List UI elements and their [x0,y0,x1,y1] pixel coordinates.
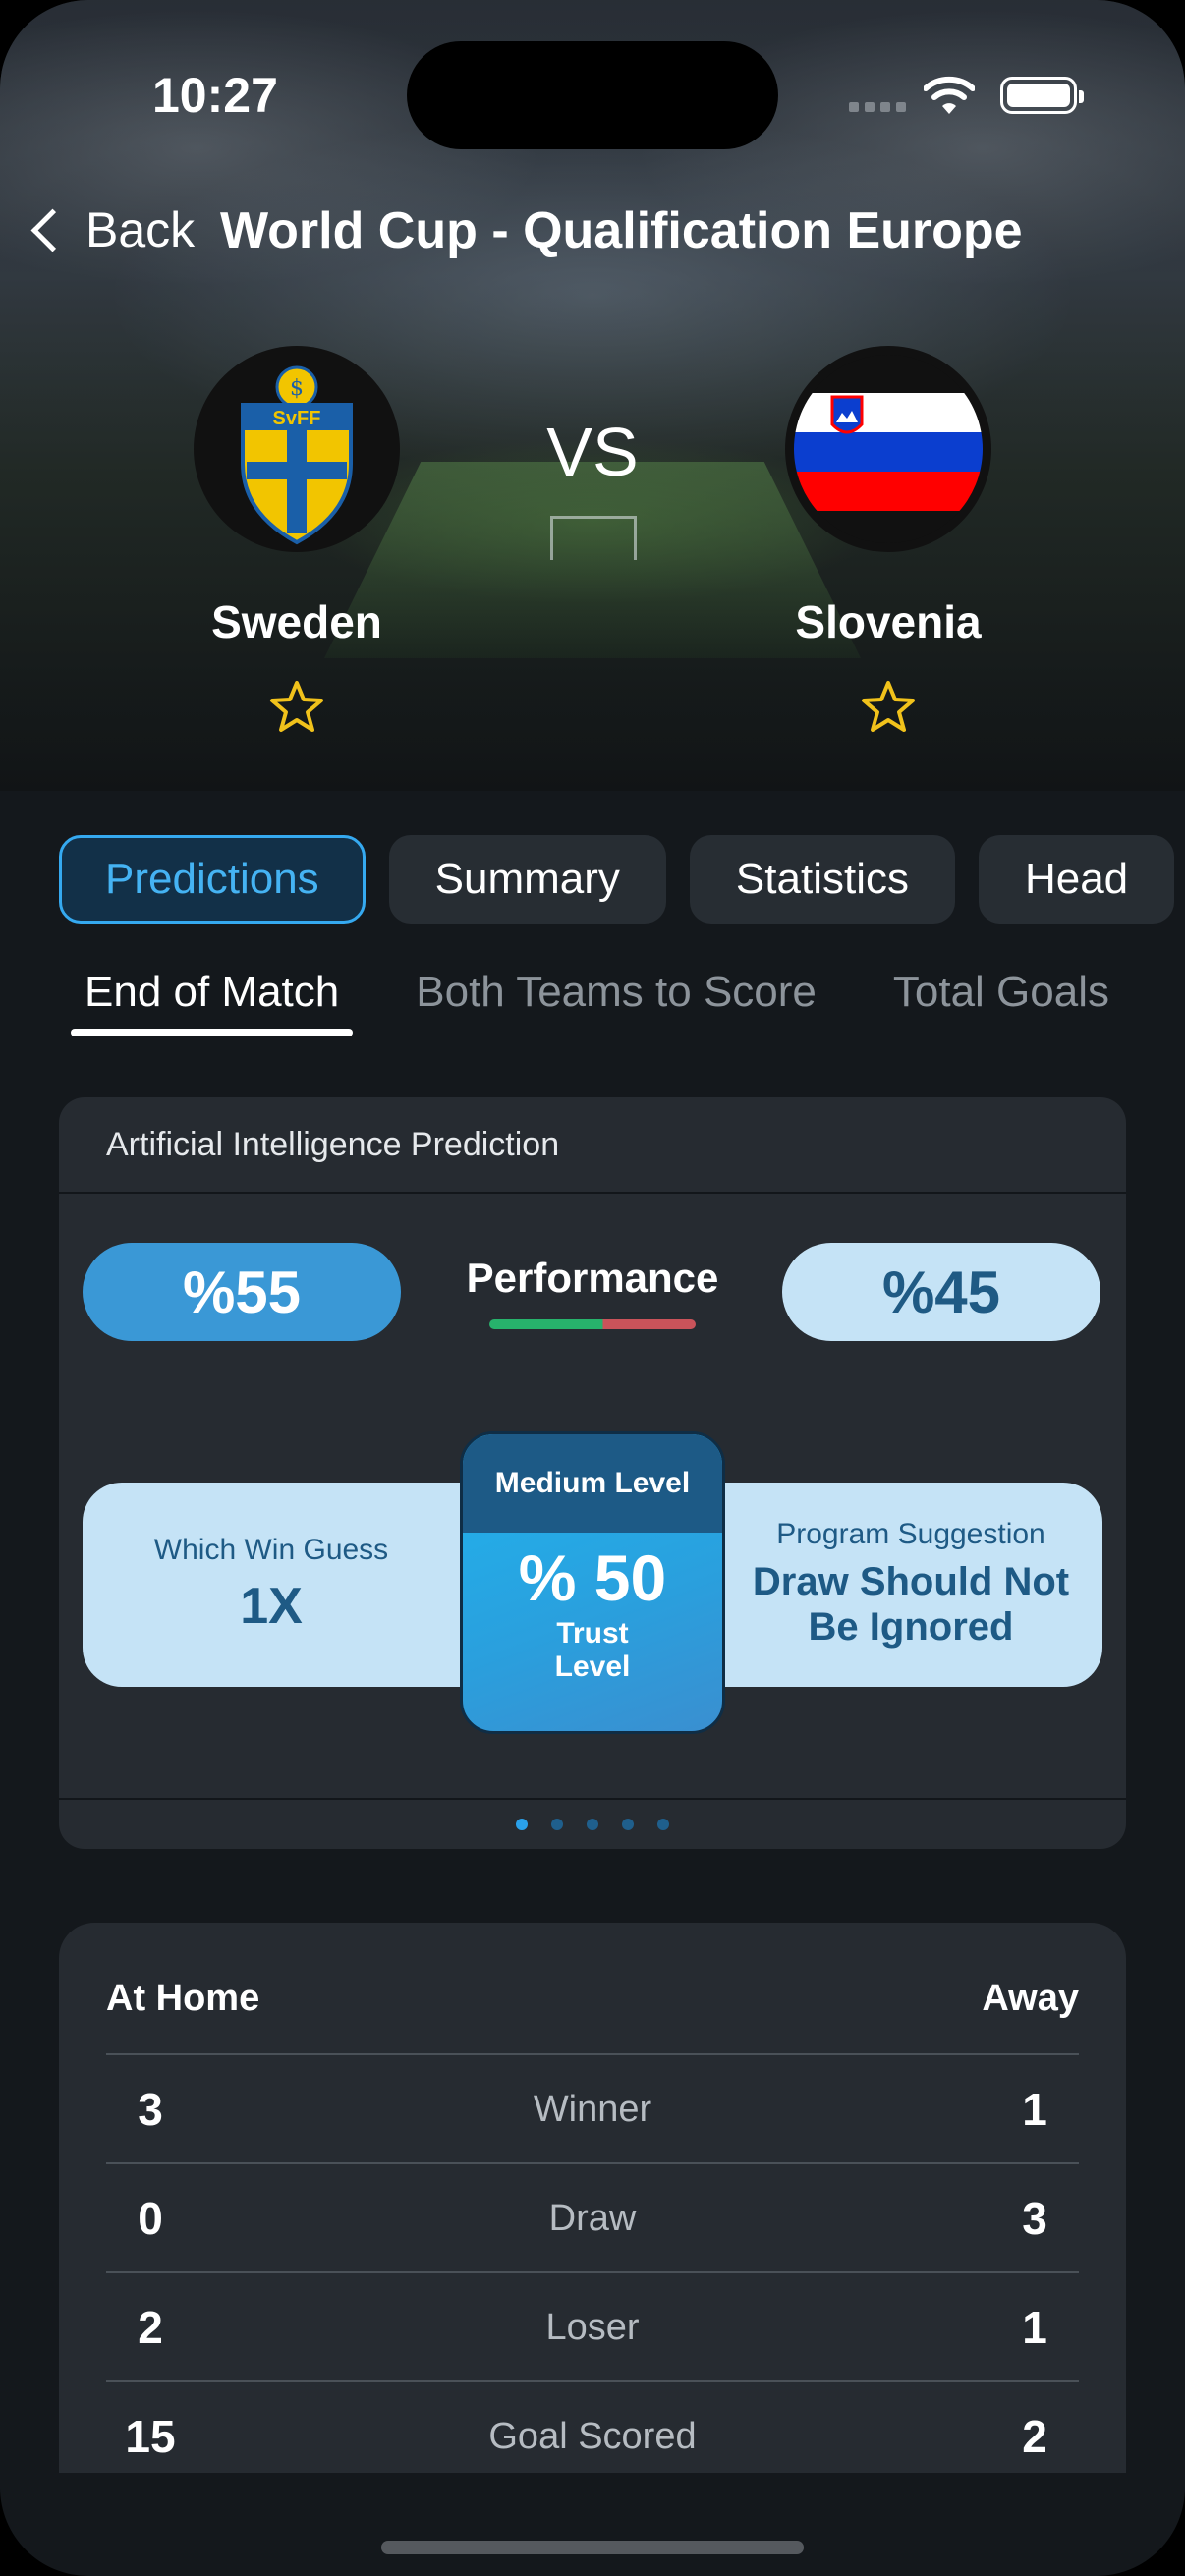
subtab-both-teams-to-score[interactable]: Both Teams to Score [402,968,830,1036]
page-dot[interactable] [551,1819,563,1830]
nav-bar: Back World Cup - Qualification Europe [0,192,1185,270]
tab-head[interactable]: Head [978,835,1175,924]
away-win-percent: %45 [782,1243,1100,1341]
signal-icon [849,102,906,112]
home-team: $ SvFF Sweden [149,346,444,742]
goal-graphic [550,516,637,560]
page-indicator[interactable] [0,1819,1185,1830]
table-row: 3 Winner 1 [106,2053,1079,2163]
main-tabs: Predictions Summary Statistics Head [59,835,1175,924]
sweden-crest-icon: $ SvFF [194,346,400,552]
home-indicator[interactable] [381,2541,804,2554]
trust-level-label: Trust Level [463,1617,722,1684]
away-value: 1 [1022,2302,1047,2353]
status-time: 10:27 [152,68,278,123]
which-win-guess: Which Win Guess 1X [83,1534,460,1636]
home-away-stats-table: At Home Away 3 Winner 1 0 Draw 3 2 Loser… [59,1923,1126,2473]
page-dot[interactable] [587,1819,598,1830]
status-bar: 10:27 [0,0,1185,196]
suggestion-line-2: Be Ignored [808,1605,1014,1649]
which-win-label: Which Win Guess [153,1534,389,1566]
performance-indicator: Performance [432,1255,753,1329]
table-row: 0 Draw 3 [106,2162,1079,2272]
battery-icon [1000,77,1084,114]
trust-label-line-2: Level [554,1651,631,1683]
away-value: 3 [1022,2193,1047,2244]
row-label: Winner [533,2088,652,2130]
home-column-header: At Home [106,1978,260,2019]
performance-label: Performance [466,1255,719,1301]
away-team: Slovenia [741,346,1036,742]
table-row: 15 Goal Scored 2 [106,2380,1079,2473]
slovenia-flag-graphic [794,355,983,543]
away-column-header: Away [982,1978,1079,2019]
trust-label-line-1: Trust [556,1617,629,1650]
row-label: Goal Scored [488,2415,697,2457]
table-row: 2 Loser 1 [106,2271,1079,2381]
suggestion-value: Draw Should Not Be Ignored [719,1559,1102,1650]
home-value: 0 [138,2193,163,2244]
trust-level-badge: Medium Level % 50 Trust Level [460,1431,725,1734]
home-team-name: Sweden [211,596,382,647]
page-dot[interactable] [622,1819,634,1830]
star-icon[interactable] [859,678,918,737]
tab-predictions[interactable]: Predictions [59,835,366,924]
prediction-subtabs: End of Match Both Teams to Score Total G… [71,968,1123,1036]
wifi-icon [924,76,975,114]
sweden-crest-graphic: $ SvFF [241,365,353,545]
page-dot[interactable] [657,1819,669,1830]
star-icon[interactable] [267,678,326,737]
subtab-total-goals[interactable]: Total Goals [879,968,1123,1036]
suggestion-line-1: Draw Should Not [752,1560,1070,1603]
tab-summary[interactable]: Summary [388,835,666,924]
app-screen: 10:27 Back World Cup - Qualification Eur… [0,0,1185,2576]
crest-text: SvFF [273,408,321,429]
row-label: Loser [545,2306,640,2348]
ai-prediction-card: Artificial Intelligence Prediction %55 P… [59,1097,1126,1849]
svg-text:$: $ [290,376,304,401]
slovenia-flag-icon [785,346,991,552]
table-header: At Home Away [106,1978,1079,2020]
trust-level-header: Medium Level [463,1434,722,1533]
chevron-left-icon [30,208,75,252]
page-title: World Cup - Qualification Europe [220,202,1023,259]
home-value: 15 [125,2411,176,2462]
tab-statistics[interactable]: Statistics [689,835,955,924]
dynamic-island [407,41,778,149]
program-suggestion: Program Suggestion Draw Should Not Be Ig… [719,1518,1102,1650]
which-win-value: 1X [240,1578,303,1635]
ai-card-title: Artificial Intelligence Prediction [59,1097,1126,1194]
away-team-name: Slovenia [795,596,982,647]
suggestion-label: Program Suggestion [776,1518,1045,1550]
trust-level-value: % 50 [518,1541,667,1614]
back-button[interactable]: Back [24,201,195,258]
away-value: 2 [1022,2411,1047,2462]
performance-bar [489,1319,696,1329]
row-label: Draw [548,2197,637,2239]
home-value: 3 [138,2084,163,2135]
page-dot[interactable] [516,1819,528,1830]
back-label: Back [85,202,196,257]
home-value: 2 [138,2302,163,2353]
home-win-percent: %55 [83,1243,401,1341]
subtab-end-of-match[interactable]: End of Match [71,968,354,1036]
away-value: 1 [1022,2084,1047,2135]
